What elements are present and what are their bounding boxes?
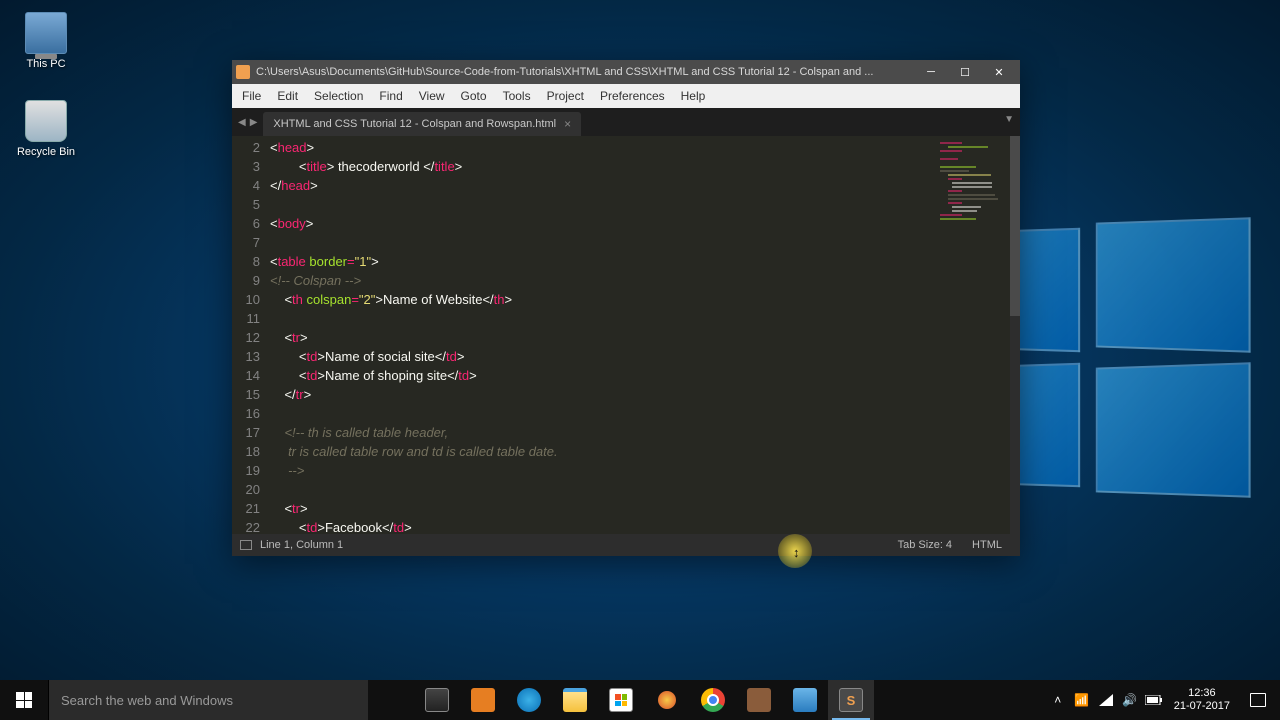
menu-help[interactable]: Help bbox=[673, 86, 714, 106]
desktop-icon-label: Recycle Bin bbox=[8, 146, 84, 158]
windows-logo-icon bbox=[16, 692, 32, 708]
nav-back-icon[interactable]: ◀ bbox=[238, 117, 246, 128]
code-area[interactable]: <head> <title> thecoderworld </title> </… bbox=[270, 136, 1020, 534]
taskbar-apps: S bbox=[414, 680, 874, 720]
minimap[interactable] bbox=[940, 142, 1012, 232]
action-center-button[interactable] bbox=[1238, 693, 1278, 707]
tray-volume-icon[interactable]: 🔊 bbox=[1118, 680, 1142, 720]
line-number-gutter: 2345678910111213141516171819202122232425… bbox=[232, 136, 270, 534]
recycle-bin-icon bbox=[25, 100, 67, 142]
tray-bluetooth-icon[interactable]: 📶 bbox=[1070, 680, 1094, 720]
tab-overflow-icon[interactable]: ▼ bbox=[1004, 114, 1014, 125]
tray-network-icon[interactable] bbox=[1094, 680, 1118, 720]
scrollbar-thumb[interactable] bbox=[1010, 136, 1020, 316]
taskbar-sublime-text[interactable]: S bbox=[828, 680, 874, 720]
search-placeholder: Search the web and Windows bbox=[61, 693, 233, 708]
taskbar-search[interactable]: Search the web and Windows bbox=[48, 680, 368, 720]
menu-find[interactable]: Find bbox=[371, 86, 410, 106]
menu-view[interactable]: View bbox=[411, 86, 453, 106]
panel-toggle-icon[interactable] bbox=[240, 540, 252, 550]
taskbar-chrome[interactable] bbox=[690, 680, 736, 720]
maximize-button[interactable]: ☐ bbox=[948, 60, 982, 84]
menu-file[interactable]: File bbox=[234, 86, 269, 106]
taskbar-app-2[interactable] bbox=[644, 680, 690, 720]
window-title: C:\Users\Asus\Documents\GitHub\Source-Co… bbox=[256, 66, 914, 78]
status-cursor-position[interactable]: Line 1, Column 1 bbox=[260, 539, 343, 551]
status-bar: Line 1, Column 1 Tab Size: 4 HTML bbox=[232, 534, 1020, 556]
monitor-icon bbox=[25, 12, 67, 54]
tab-label: XHTML and CSS Tutorial 12 - Colspan and … bbox=[273, 118, 556, 130]
desktop-icon-recycle-bin[interactable]: Recycle Bin bbox=[8, 100, 84, 158]
taskbar: Search the web and Windows S ˄ 📶 🔊 12:36… bbox=[0, 680, 1280, 720]
minimize-button[interactable]: ─ bbox=[914, 60, 948, 84]
menu-goto[interactable]: Goto bbox=[453, 86, 495, 106]
taskbar-app-1[interactable] bbox=[460, 680, 506, 720]
taskbar-store[interactable] bbox=[598, 680, 644, 720]
scrollbar-track[interactable] bbox=[1010, 136, 1020, 534]
editor-tab[interactable]: XHTML and CSS Tutorial 12 - Colspan and … bbox=[263, 112, 581, 136]
clock-time: 12:36 bbox=[1174, 687, 1230, 700]
menu-tools[interactable]: Tools bbox=[495, 86, 539, 106]
taskbar-file-explorer[interactable] bbox=[552, 680, 598, 720]
status-syntax[interactable]: HTML bbox=[962, 539, 1012, 551]
system-tray: ˄ 📶 🔊 12:36 21-07-2017 bbox=[1046, 680, 1280, 720]
menu-preferences[interactable]: Preferences bbox=[592, 86, 673, 106]
start-button[interactable] bbox=[0, 680, 48, 720]
status-tab-size[interactable]: Tab Size: 4 bbox=[888, 539, 962, 551]
close-tab-icon[interactable]: × bbox=[564, 117, 571, 131]
taskbar-app-4[interactable] bbox=[782, 680, 828, 720]
sublime-text-window[interactable]: C:\Users\Asus\Documents\GitHub\Source-Co… bbox=[232, 60, 1020, 556]
taskbar-edge[interactable] bbox=[506, 680, 552, 720]
editor-body[interactable]: 2345678910111213141516171819202122232425… bbox=[232, 136, 1020, 534]
title-bar[interactable]: C:\Users\Asus\Documents\GitHub\Source-Co… bbox=[232, 60, 1020, 84]
menu-edit[interactable]: Edit bbox=[269, 86, 306, 106]
nav-forward-icon[interactable]: ▶ bbox=[250, 117, 258, 128]
task-view-button[interactable] bbox=[414, 680, 460, 720]
desktop-icon-this-pc[interactable]: This PC bbox=[8, 12, 84, 70]
clock-date: 21-07-2017 bbox=[1174, 700, 1230, 713]
taskbar-app-3[interactable] bbox=[736, 680, 782, 720]
menu-selection[interactable]: Selection bbox=[306, 86, 371, 106]
notification-icon bbox=[1250, 693, 1266, 707]
tray-battery-icon[interactable] bbox=[1142, 680, 1166, 720]
menu-project[interactable]: Project bbox=[539, 86, 592, 106]
taskbar-clock[interactable]: 12:36 21-07-2017 bbox=[1166, 687, 1238, 713]
tray-chevron-up-icon[interactable]: ˄ bbox=[1046, 680, 1070, 720]
menu-bar: File Edit Selection Find View Goto Tools… bbox=[232, 84, 1020, 108]
desktop-icon-label: This PC bbox=[8, 58, 84, 70]
app-icon bbox=[236, 65, 250, 79]
tab-bar: ◀ ▶ XHTML and CSS Tutorial 12 - Colspan … bbox=[232, 108, 1020, 136]
close-button[interactable]: ✕ bbox=[982, 60, 1016, 84]
